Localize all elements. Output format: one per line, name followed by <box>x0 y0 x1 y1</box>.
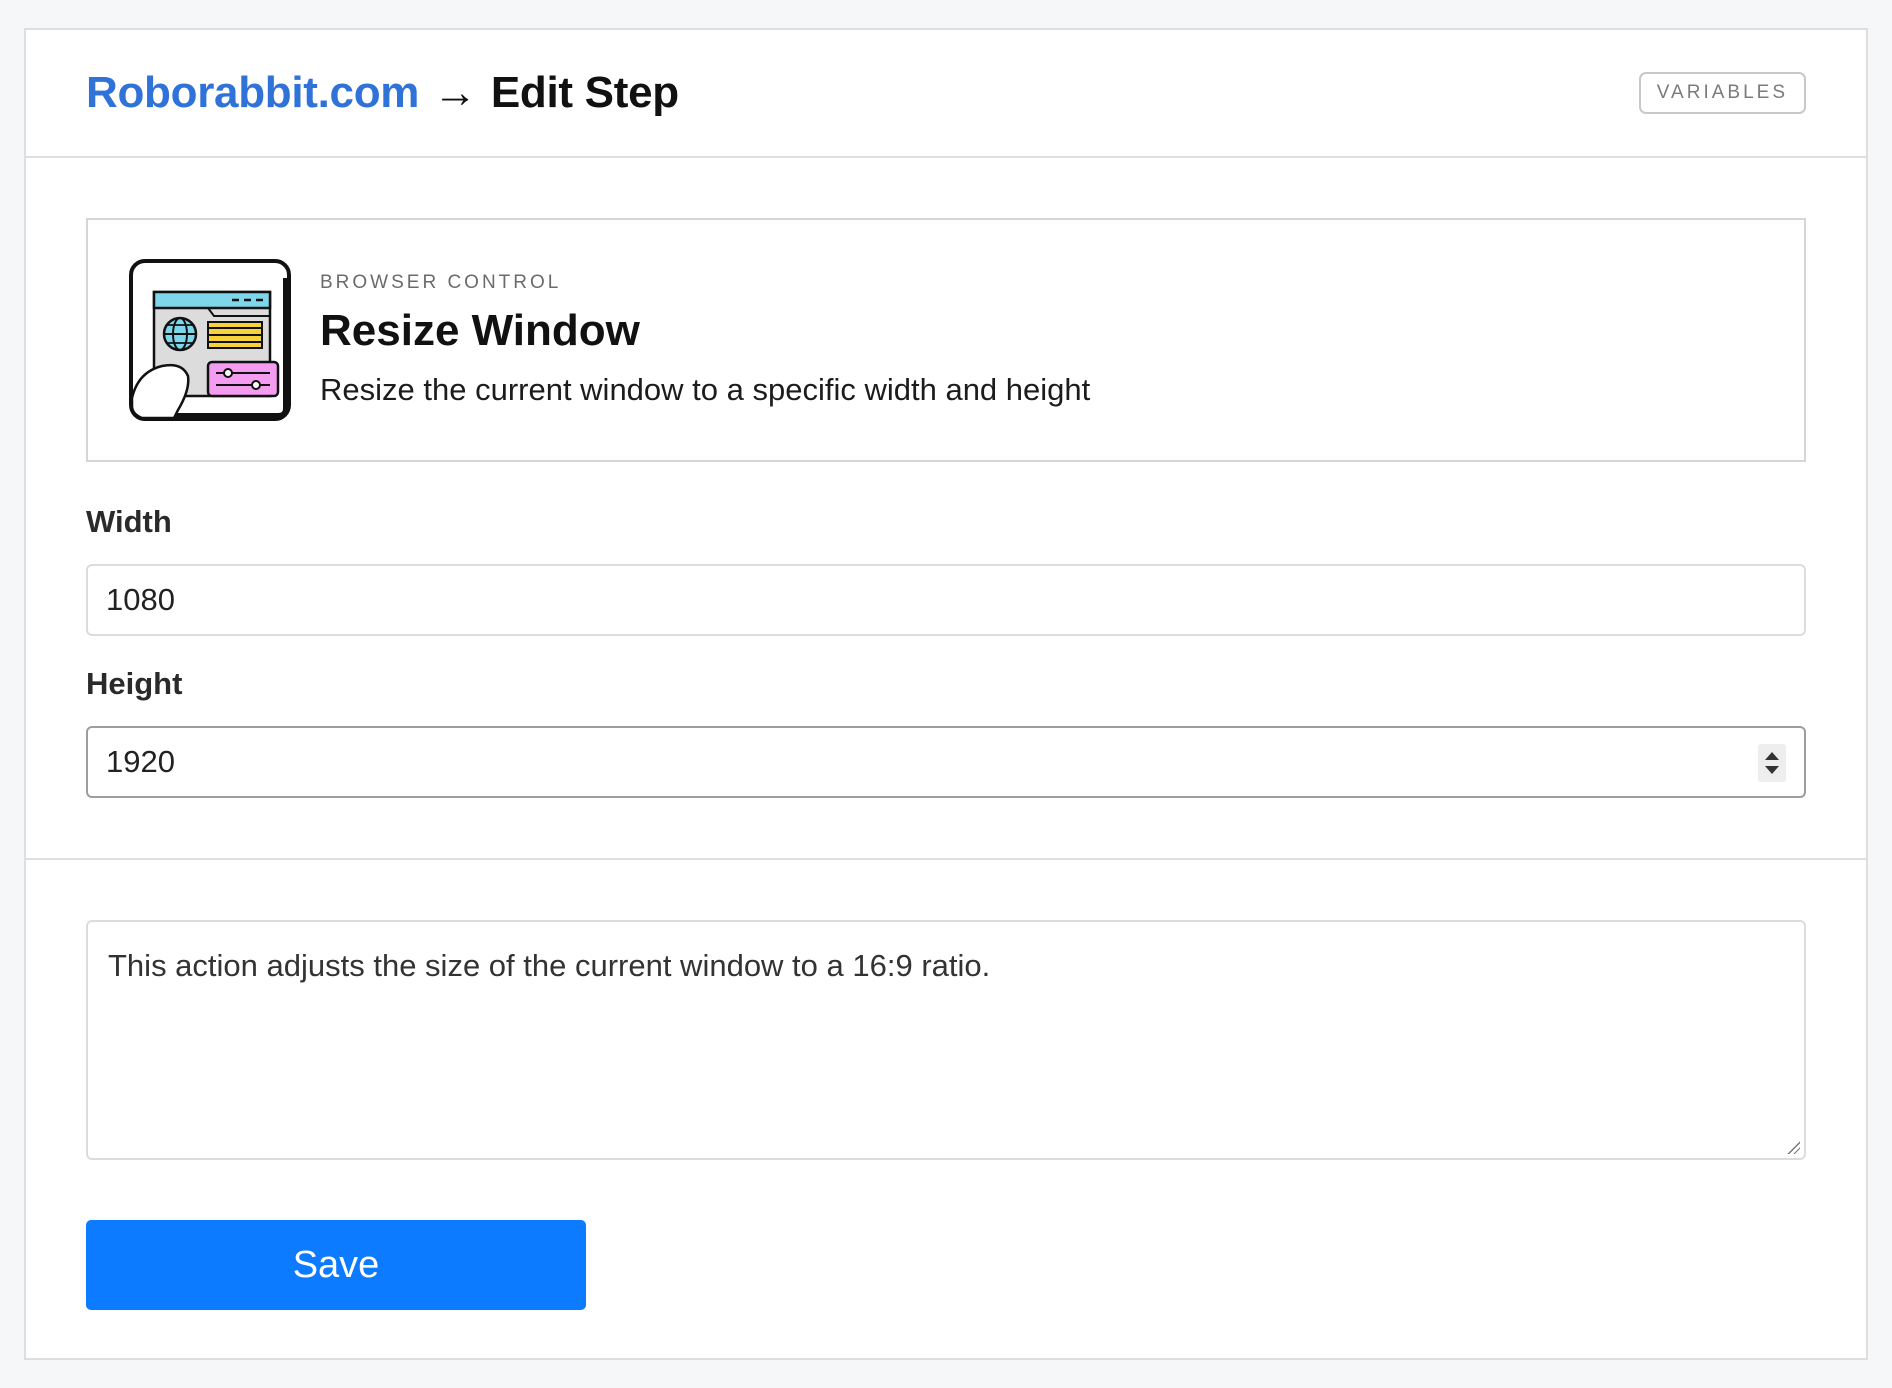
edit-step-card: Roborabbit.com → Edit Step VARIABLES BRO… <box>24 28 1868 1360</box>
header: Roborabbit.com → Edit Step VARIABLES <box>26 30 1866 158</box>
action-category: BROWSER CONTROL <box>320 272 562 293</box>
stepper-up-icon[interactable] <box>1765 752 1779 760</box>
width-label: Width <box>86 504 172 539</box>
arrow-right-icon: → <box>433 68 477 117</box>
variables-button[interactable]: VARIABLES <box>1638 72 1806 114</box>
action-name: Resize Window <box>320 306 640 355</box>
stepper-down-icon[interactable] <box>1765 766 1779 774</box>
height-label: Height <box>86 666 183 701</box>
breadcrumb: Roborabbit.com → Edit Step <box>86 68 679 118</box>
height-stepper[interactable] <box>1758 744 1786 782</box>
page-title: Edit Step <box>490 68 679 117</box>
breadcrumb-site-link[interactable]: Roborabbit.com <box>86 68 419 118</box>
action-description: Resize the current window to a specific … <box>320 372 1091 407</box>
action-summary: BROWSER CONTROL Resize Window Resize the… <box>86 218 1806 462</box>
browser-window-icon <box>129 259 291 421</box>
notes-textarea[interactable]: This action adjusts the size of the curr… <box>86 920 1806 1160</box>
height-input[interactable]: 1920 <box>86 726 1806 798</box>
height-input-value: 1920 <box>106 744 175 779</box>
width-input-value: 1080 <box>106 582 175 617</box>
resize-handle-icon[interactable] <box>1786 1140 1800 1154</box>
step-form: BROWSER CONTROL Resize Window Resize the… <box>26 158 1866 798</box>
width-input[interactable]: 1080 <box>86 564 1806 636</box>
footer: This action adjusts the size of the curr… <box>26 860 1866 1310</box>
action-info: BROWSER CONTROL Resize Window Resize the… <box>320 272 1090 408</box>
save-button[interactable]: Save <box>86 1220 586 1310</box>
notes-text: This action adjusts the size of the curr… <box>108 948 991 983</box>
